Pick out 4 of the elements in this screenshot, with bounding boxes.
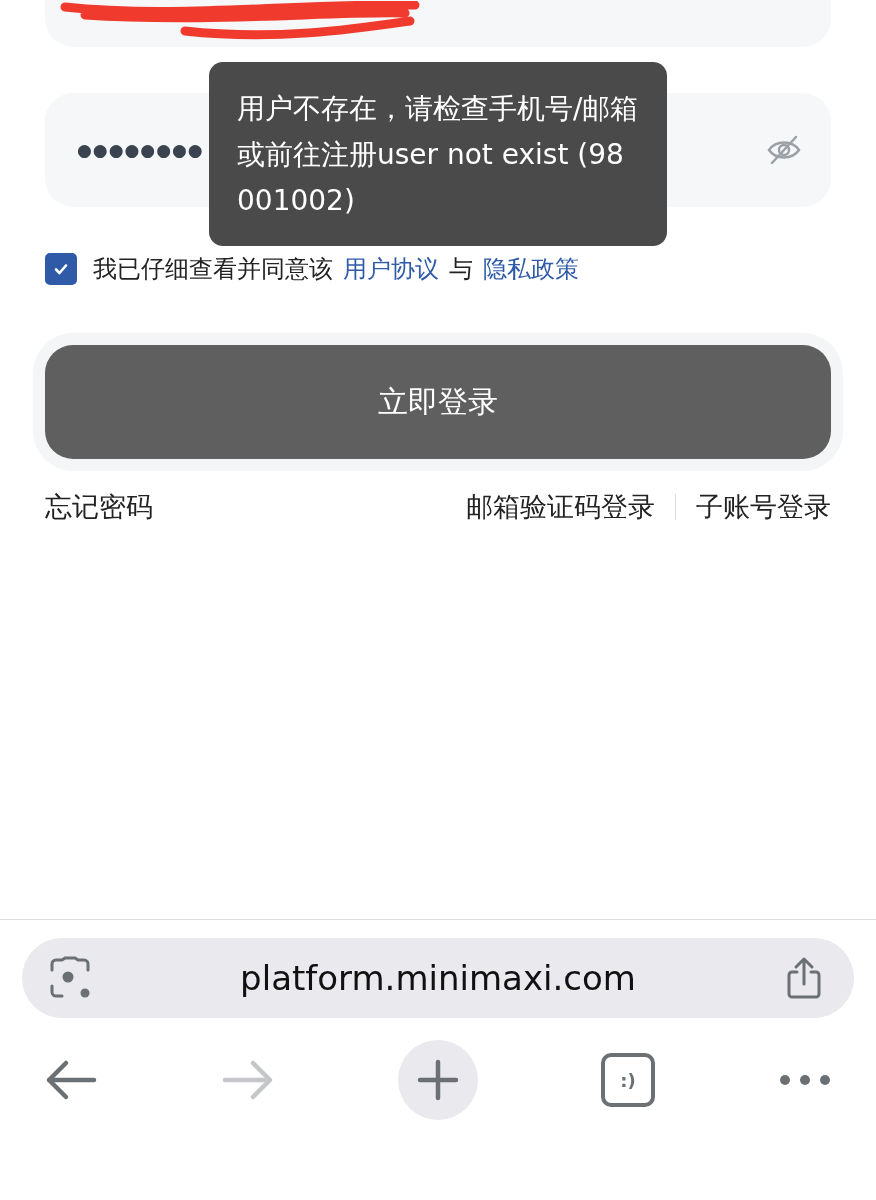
agreement-text: 我已仔细查看并同意该: [93, 254, 333, 285]
url-text: platform.minimaxi.com: [240, 958, 636, 998]
conjunction-text: 与: [449, 254, 473, 285]
error-toast: 用户不存在，请检查手机号/邮箱或前往注册user not exist (98001002): [209, 62, 667, 246]
